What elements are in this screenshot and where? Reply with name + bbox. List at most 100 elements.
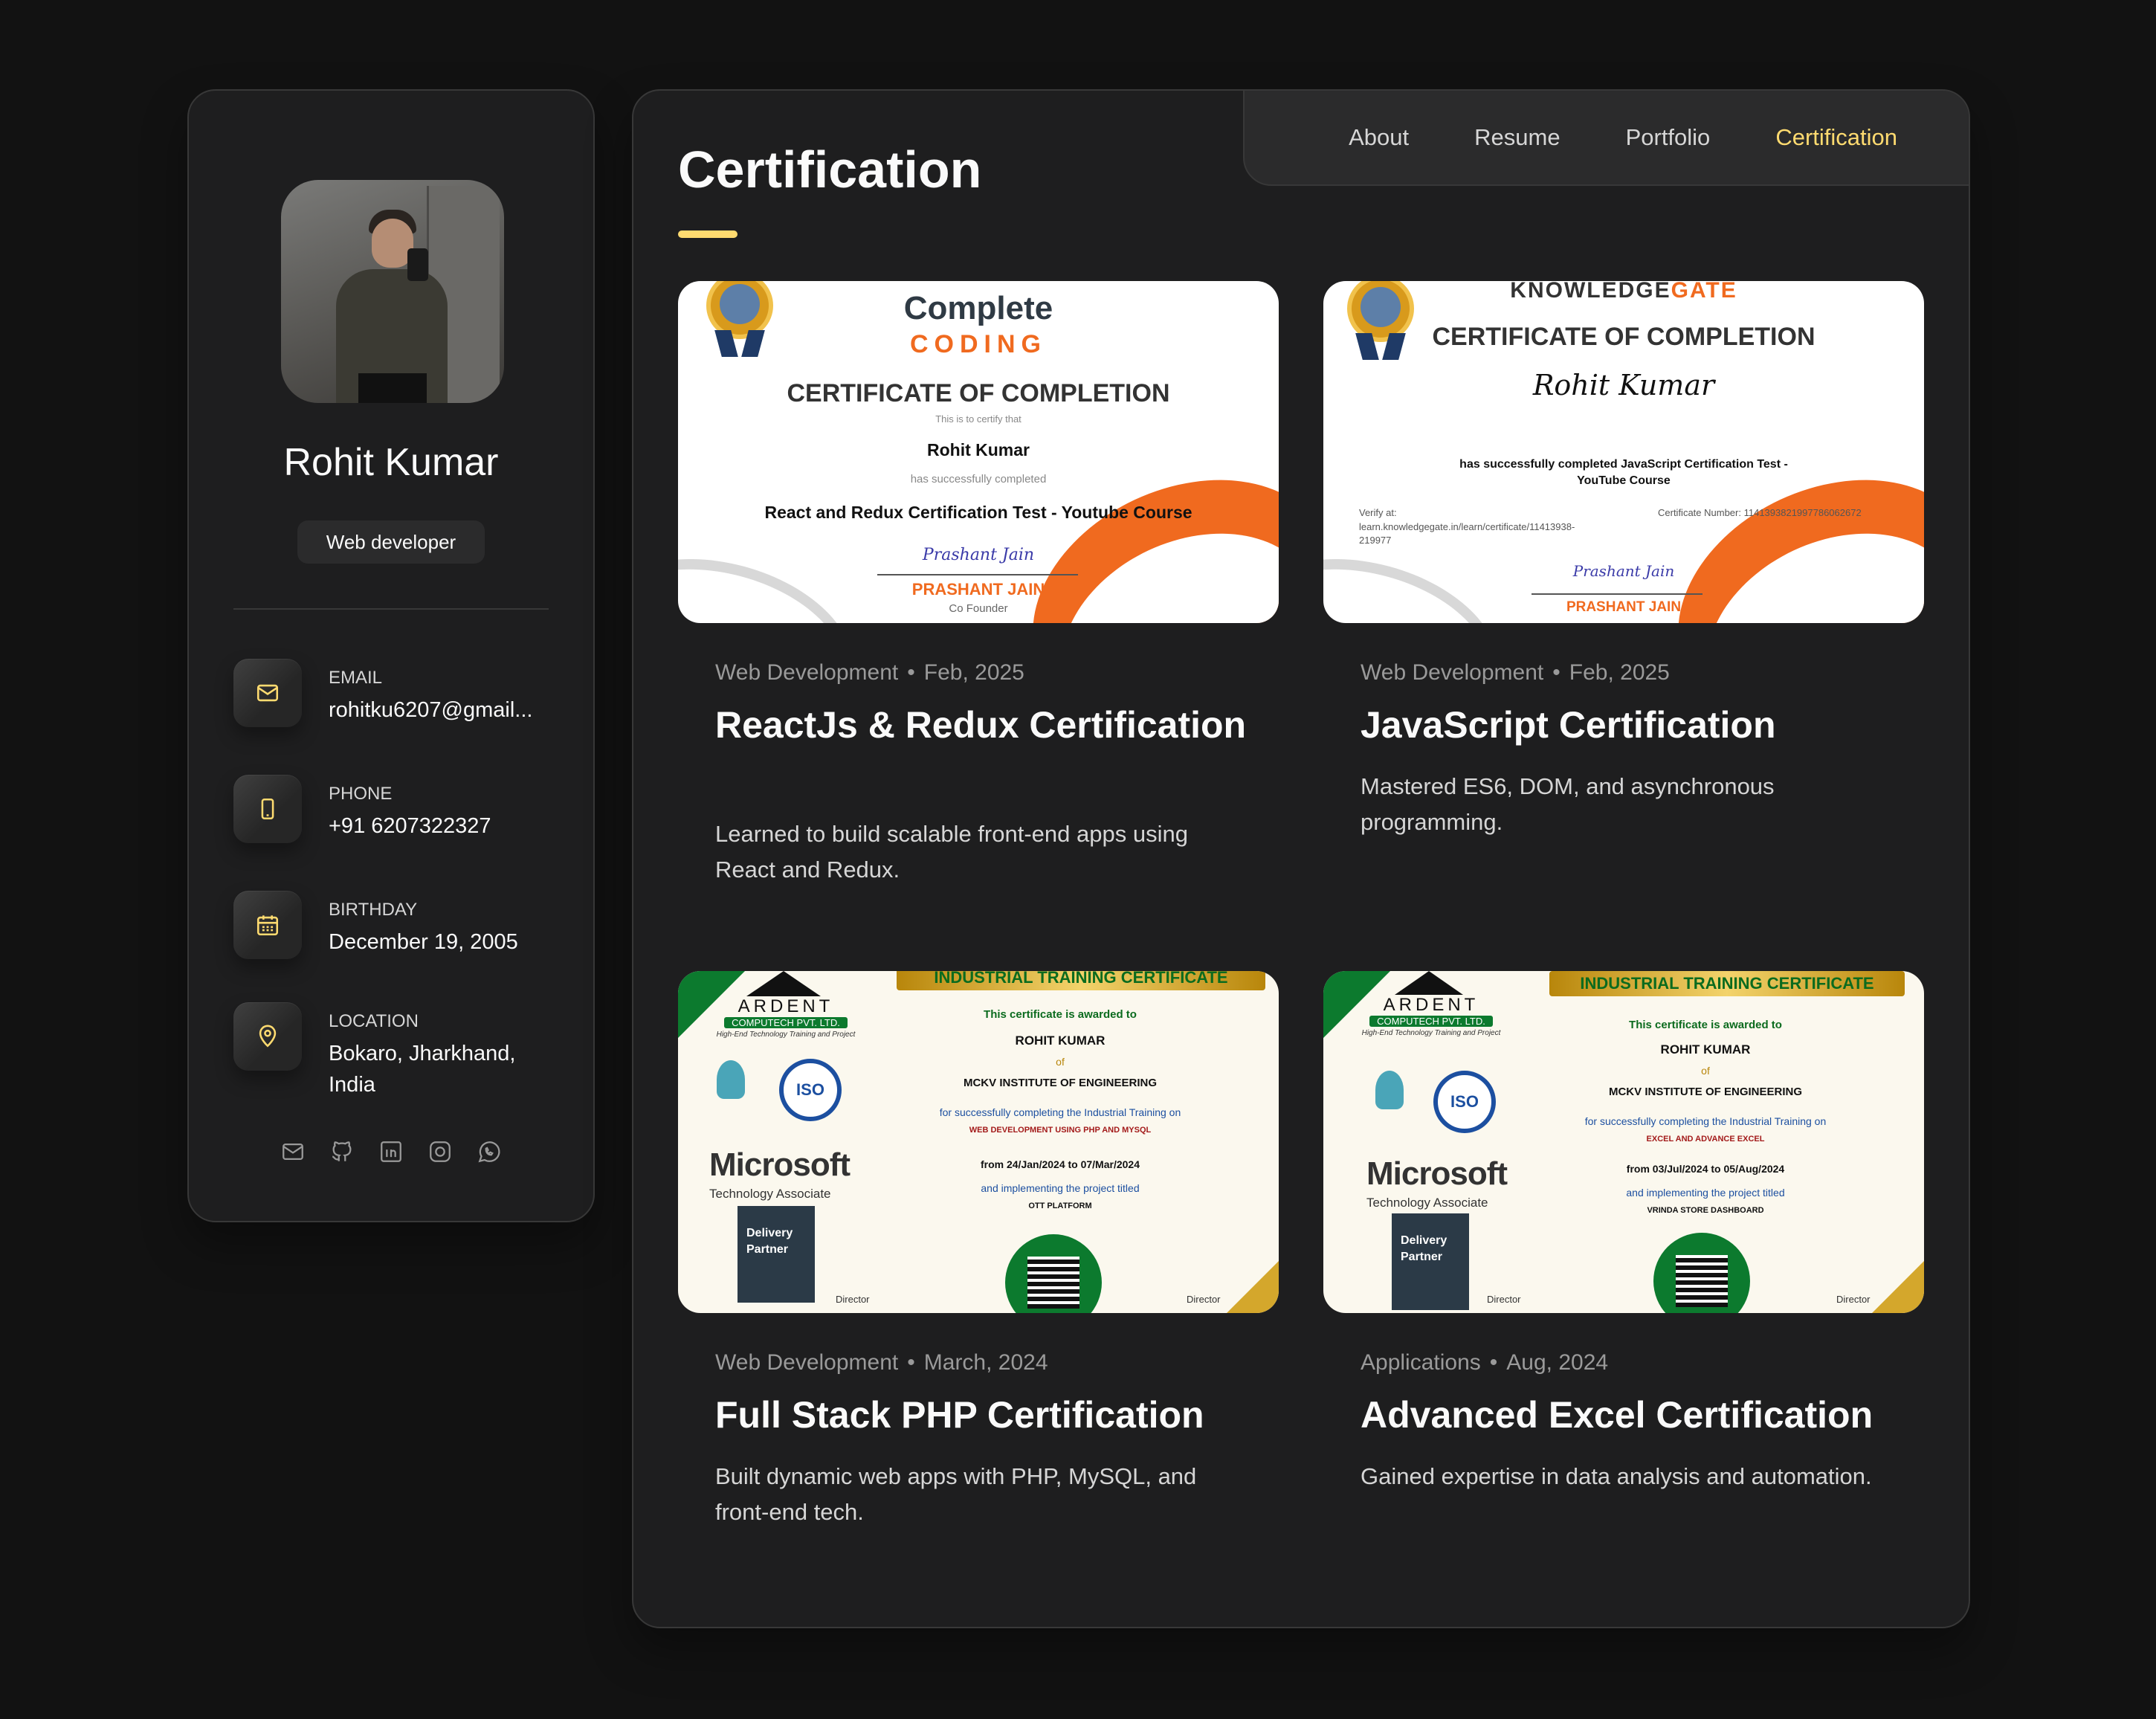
certificate-meta: Applications • Aug, 2024 bbox=[1361, 1350, 1609, 1375]
cert-director: Director bbox=[1836, 1294, 1871, 1305]
cert-line: This certificate is awarded to bbox=[1629, 1019, 1782, 1031]
cert-topic: WEB DEVELOPMENT USING PHP AND MYSQL bbox=[969, 1126, 1152, 1135]
cert-director: Director bbox=[836, 1294, 870, 1305]
certificate-card[interactable]: INDUSTRIAL TRAINING CERTIFICATE ARDENT C… bbox=[678, 971, 1279, 1551]
certificate-meta: Web Development • March, 2024 bbox=[715, 1350, 1048, 1375]
cert-course: React and Redux Certification Test - You… bbox=[764, 503, 1192, 522]
hpe-badge: Delivery Partner bbox=[738, 1206, 815, 1303]
role-badge: Web developer bbox=[297, 520, 485, 564]
mail-icon[interactable] bbox=[280, 1139, 306, 1164]
certificate-category: Web Development bbox=[1361, 660, 1544, 685]
qr-seal-icon bbox=[1653, 1233, 1750, 1313]
certificate-card[interactable]: KNOWLEDGEGATE CERTIFICATE OF COMPLETION … bbox=[1323, 281, 1924, 906]
cert-signature: Prashant Jain bbox=[922, 546, 1035, 564]
github-icon[interactable] bbox=[329, 1139, 355, 1164]
cert-ms-sub: Technology Associate bbox=[709, 1187, 831, 1201]
cert-microsoft: Microsoft bbox=[1366, 1155, 1508, 1192]
cert-recipient: Rohit Kumar bbox=[927, 440, 1030, 459]
certificate-description: Mastered ES6, DOM, and asynchronous prog… bbox=[1361, 773, 1775, 835]
certificate-category: Web Development bbox=[715, 1350, 899, 1375]
cert-microsoft: Microsoft bbox=[709, 1146, 851, 1183]
certificate-title: JavaScript Certification bbox=[1361, 704, 1776, 746]
contact-location: Location Bokaro, Jharkhand, India bbox=[233, 1002, 561, 1099]
contact-label: Birthday bbox=[329, 900, 418, 920]
cert-recipient: Rohit Kumar bbox=[1532, 369, 1715, 401]
cert-brand: KNOWLEDGEGATE bbox=[1510, 281, 1737, 303]
cert-period: from 03/Jul/2024 to 05/Aug/2024 bbox=[1626, 1163, 1785, 1175]
cert-line: for successfully completing the Industri… bbox=[1584, 1115, 1827, 1127]
certificate-meta: Web Development • Feb, 2025 bbox=[1361, 660, 1670, 685]
ardent-logo-icon bbox=[746, 971, 821, 996]
cert-institute: MCKV INSTITUTE OF ENGINEERING bbox=[1608, 1086, 1802, 1098]
certificate-image[interactable]: INDUSTRIAL TRAINING CERTIFICATE ARDENT C… bbox=[1323, 971, 1924, 1313]
cert-director: Director bbox=[1187, 1294, 1221, 1305]
cert-line: for successfully completing the Industri… bbox=[939, 1106, 1181, 1118]
cert-period: from 24/Jan/2024 to 07/Mar/2024 bbox=[980, 1158, 1140, 1170]
cert-signer: PRASHANT JAIN bbox=[911, 580, 1045, 599]
profile-name: Rohit Kumar bbox=[283, 441, 499, 484]
certificate-card[interactable]: Complete CODING CERTIFICATE OF COMPLETIO… bbox=[678, 281, 1279, 906]
asd-logo-icon bbox=[717, 1060, 745, 1099]
cert-project: OTT PLATFORM bbox=[1028, 1202, 1092, 1210]
cert-project: VRINDA STORE DASHBOARD bbox=[1647, 1206, 1764, 1215]
cert-recipient: ROHIT KUMAR bbox=[1015, 1033, 1106, 1048]
cert-number: Certificate Number: 11413938219977860626… bbox=[1658, 507, 1862, 518]
cert-org: ARDENT bbox=[1383, 995, 1479, 1015]
cert-org-sub: COMPUTECH PVT. LTD. bbox=[1369, 1016, 1493, 1027]
qr-seal-icon bbox=[1005, 1234, 1102, 1313]
cert-heading: CERTIFICATE OF COMPLETION bbox=[1432, 323, 1816, 351]
cert-line: This is to certify that bbox=[935, 413, 1021, 425]
page-title: Certification bbox=[678, 141, 982, 199]
certificate-title: Full Stack PHP Certification bbox=[715, 1394, 1204, 1436]
mail-icon bbox=[233, 659, 302, 727]
instagram-icon[interactable] bbox=[427, 1139, 453, 1164]
avatar bbox=[281, 180, 504, 403]
cert-brand: Complete bbox=[903, 290, 1053, 326]
contact-birthday: Birthday December 19, 2005 bbox=[233, 891, 561, 965]
birthday-value: December 19, 2005 bbox=[329, 930, 518, 954]
separator bbox=[233, 608, 549, 610]
phone-icon bbox=[233, 775, 302, 843]
certificate-description: Gained expertise in data analysis and au… bbox=[1361, 1463, 1872, 1489]
cert-topic: EXCEL AND ADVANCE EXCEL bbox=[1646, 1135, 1765, 1144]
cert-verify-label: Verify at: bbox=[1359, 507, 1397, 518]
cert-course: has successfully completed JavaScript Ce… bbox=[1459, 458, 1788, 487]
certificate-meta: Web Development • Feb, 2025 bbox=[715, 660, 1024, 685]
certificate-description: Built dynamic web apps with PHP, MySQL, … bbox=[715, 1463, 1197, 1525]
certificate-card[interactable]: INDUSTRIAL TRAINING CERTIFICATE ARDENT C… bbox=[1323, 971, 1924, 1551]
top-nav: About Resume Portfolio Certification bbox=[1243, 91, 1969, 186]
certificate-image[interactable]: INDUSTRIAL TRAINING CERTIFICATE ARDENT C… bbox=[678, 971, 1279, 1313]
whatsapp-icon[interactable] bbox=[477, 1139, 502, 1164]
cert-org-sub: COMPUTECH PVT. LTD. bbox=[724, 1017, 848, 1028]
location-pin-icon bbox=[233, 1002, 302, 1071]
nav-portfolio[interactable]: Portfolio bbox=[1626, 124, 1711, 151]
cert-recipient: ROHIT KUMAR bbox=[1660, 1042, 1751, 1057]
contact-label: Email bbox=[329, 668, 383, 688]
certificate-category: Web Development bbox=[715, 660, 899, 685]
contact-phone: Phone +91 6207322327 bbox=[233, 775, 561, 849]
certificate-image[interactable]: KNOWLEDGEGATE CERTIFICATE OF COMPLETION … bbox=[1323, 281, 1924, 623]
cert-director: Director bbox=[1487, 1294, 1521, 1305]
asd-logo-icon bbox=[1375, 1071, 1404, 1109]
nav-certification[interactable]: Certification bbox=[1775, 124, 1897, 151]
cert-org-tag: High-End Technology Training and Project bbox=[1361, 1029, 1501, 1037]
certificate-title: ReactJs & Redux Certification bbox=[715, 704, 1247, 746]
contact-email: Email rohitku6207@gmail... bbox=[233, 659, 561, 733]
cert-ms-sub: Technology Associate bbox=[1366, 1196, 1488, 1210]
certificate-category: Applications bbox=[1361, 1350, 1481, 1375]
cert-org-tag: High-End Technology Training and Project bbox=[716, 1031, 856, 1039]
profile-sidebar: Rohit Kumar Web developer Email rohitku6… bbox=[187, 89, 595, 1222]
nav-resume[interactable]: Resume bbox=[1474, 124, 1560, 151]
certificate-date: Feb, 2025 bbox=[1569, 660, 1670, 685]
linkedin-icon[interactable] bbox=[378, 1139, 404, 1164]
cert-org: ARDENT bbox=[738, 996, 834, 1016]
certificate-image[interactable]: Complete CODING CERTIFICATE OF COMPLETIO… bbox=[678, 281, 1279, 623]
cert-line: has successfully completed bbox=[910, 473, 1047, 486]
title-underline bbox=[678, 230, 738, 238]
certification-panel: About Resume Portfolio Certification Cer… bbox=[632, 89, 1970, 1628]
certificate-date: Aug, 2024 bbox=[1506, 1350, 1609, 1375]
phone-link[interactable]: +91 6207322327 bbox=[329, 810, 559, 842]
cert-line: of bbox=[1701, 1065, 1710, 1077]
email-link[interactable]: rohitku6207@gmail... bbox=[329, 694, 559, 726]
nav-about[interactable]: About bbox=[1349, 124, 1409, 151]
